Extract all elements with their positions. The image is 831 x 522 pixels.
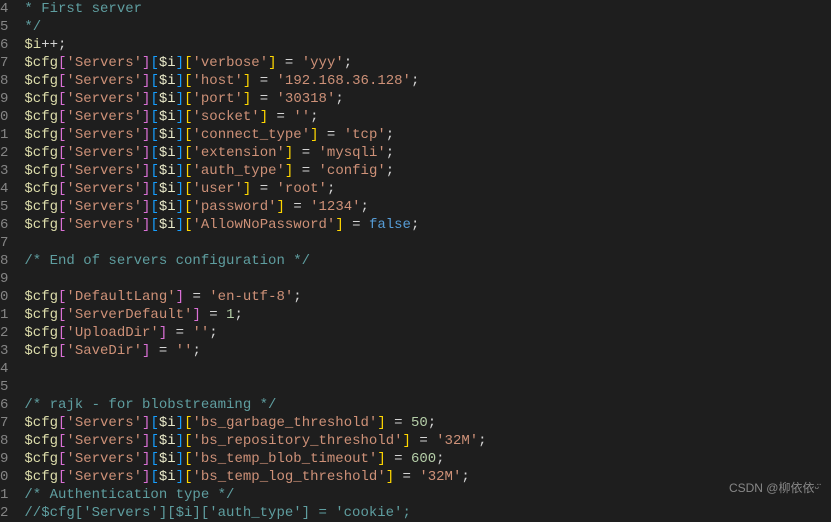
- line-number: 8: [0, 72, 8, 90]
- code-line[interactable]: * First server: [16, 0, 831, 18]
- line-number: 1: [0, 126, 8, 144]
- code-line[interactable]: /* rajk - for blobstreaming */: [16, 396, 831, 414]
- line-number: 1: [0, 306, 8, 324]
- code-line[interactable]: $cfg['Servers'][$i]['host'] = '192.168.3…: [16, 72, 831, 90]
- line-number: 4: [0, 360, 8, 378]
- code-line[interactable]: $i++;: [16, 36, 831, 54]
- code-line[interactable]: $cfg['Servers'][$i]['extension'] = 'mysq…: [16, 144, 831, 162]
- code-line[interactable]: $cfg['Servers'][$i]['bs_temp_log_thresho…: [16, 468, 831, 486]
- line-number: 1: [0, 486, 8, 504]
- line-number: 2: [0, 504, 8, 522]
- code-line[interactable]: //$cfg['Servers'][$i]['auth_type'] = 'co…: [16, 504, 831, 522]
- code-line[interactable]: $cfg['Servers'][$i]['verbose'] = 'yyy';: [16, 54, 831, 72]
- csdn-watermark: CSDN @柳依依ᵕ̈: [729, 479, 819, 497]
- code-line[interactable]: $cfg['Servers'][$i]['AllowNoPassword'] =…: [16, 216, 831, 234]
- code-editor[interactable]: * First server */ $i++; $cfg['Servers'][…: [16, 0, 831, 503]
- line-number: 5: [0, 198, 8, 216]
- line-number: 5: [0, 18, 8, 36]
- line-number: 2: [0, 144, 8, 162]
- code-line[interactable]: $cfg['UploadDir'] = '';: [16, 324, 831, 342]
- code-line[interactable]: $cfg['Servers'][$i]['user'] = 'root';: [16, 180, 831, 198]
- code-line[interactable]: $cfg['Servers'][$i]['bs_garbage_threshol…: [16, 414, 831, 432]
- line-number: 6: [0, 36, 8, 54]
- line-number: 7: [0, 414, 8, 432]
- code-line[interactable]: /* Authentication type */: [16, 486, 831, 504]
- code-line[interactable]: $cfg['Servers'][$i]['connect_type'] = 't…: [16, 126, 831, 144]
- line-number: 9: [0, 450, 8, 468]
- code-line[interactable]: $cfg['Servers'][$i]['socket'] = '';: [16, 108, 831, 126]
- code-line[interactable]: */: [16, 18, 831, 36]
- line-number: 2: [0, 324, 8, 342]
- code-line[interactable]: $cfg['Servers'][$i]['port'] = '30318';: [16, 90, 831, 108]
- line-number: 4: [0, 0, 8, 18]
- line-number: 5: [0, 378, 8, 396]
- line-number: 8: [0, 252, 8, 270]
- line-number: 9: [0, 270, 8, 288]
- code-line[interactable]: [16, 270, 831, 288]
- code-line[interactable]: /* End of servers configuration */: [16, 252, 831, 270]
- line-number: 8: [0, 432, 8, 450]
- line-number: 0: [0, 468, 8, 486]
- line-number-gutter: 45678901234567890123456789012: [0, 0, 16, 503]
- code-line[interactable]: $cfg['ServerDefault'] = 1;: [16, 306, 831, 324]
- code-line[interactable]: [16, 378, 831, 396]
- line-number: 4: [0, 180, 8, 198]
- line-number: 7: [0, 234, 8, 252]
- code-line[interactable]: $cfg['Servers'][$i]['bs_repository_thres…: [16, 432, 831, 450]
- code-line[interactable]: $cfg['Servers'][$i]['password'] = '1234'…: [16, 198, 831, 216]
- line-number: 9: [0, 90, 8, 108]
- line-number: 6: [0, 396, 8, 414]
- code-line[interactable]: $cfg['SaveDir'] = '';: [16, 342, 831, 360]
- code-line[interactable]: $cfg['Servers'][$i]['bs_temp_blob_timeou…: [16, 450, 831, 468]
- line-number: 0: [0, 288, 8, 306]
- line-number: 7: [0, 54, 8, 72]
- code-line[interactable]: [16, 234, 831, 252]
- code-line[interactable]: $cfg['Servers'][$i]['auth_type'] = 'conf…: [16, 162, 831, 180]
- line-number: 6: [0, 216, 8, 234]
- line-number: 3: [0, 342, 8, 360]
- line-number: 0: [0, 108, 8, 126]
- code-line[interactable]: $cfg['DefaultLang'] = 'en-utf-8';: [16, 288, 831, 306]
- line-number: 3: [0, 162, 8, 180]
- code-line[interactable]: [16, 360, 831, 378]
